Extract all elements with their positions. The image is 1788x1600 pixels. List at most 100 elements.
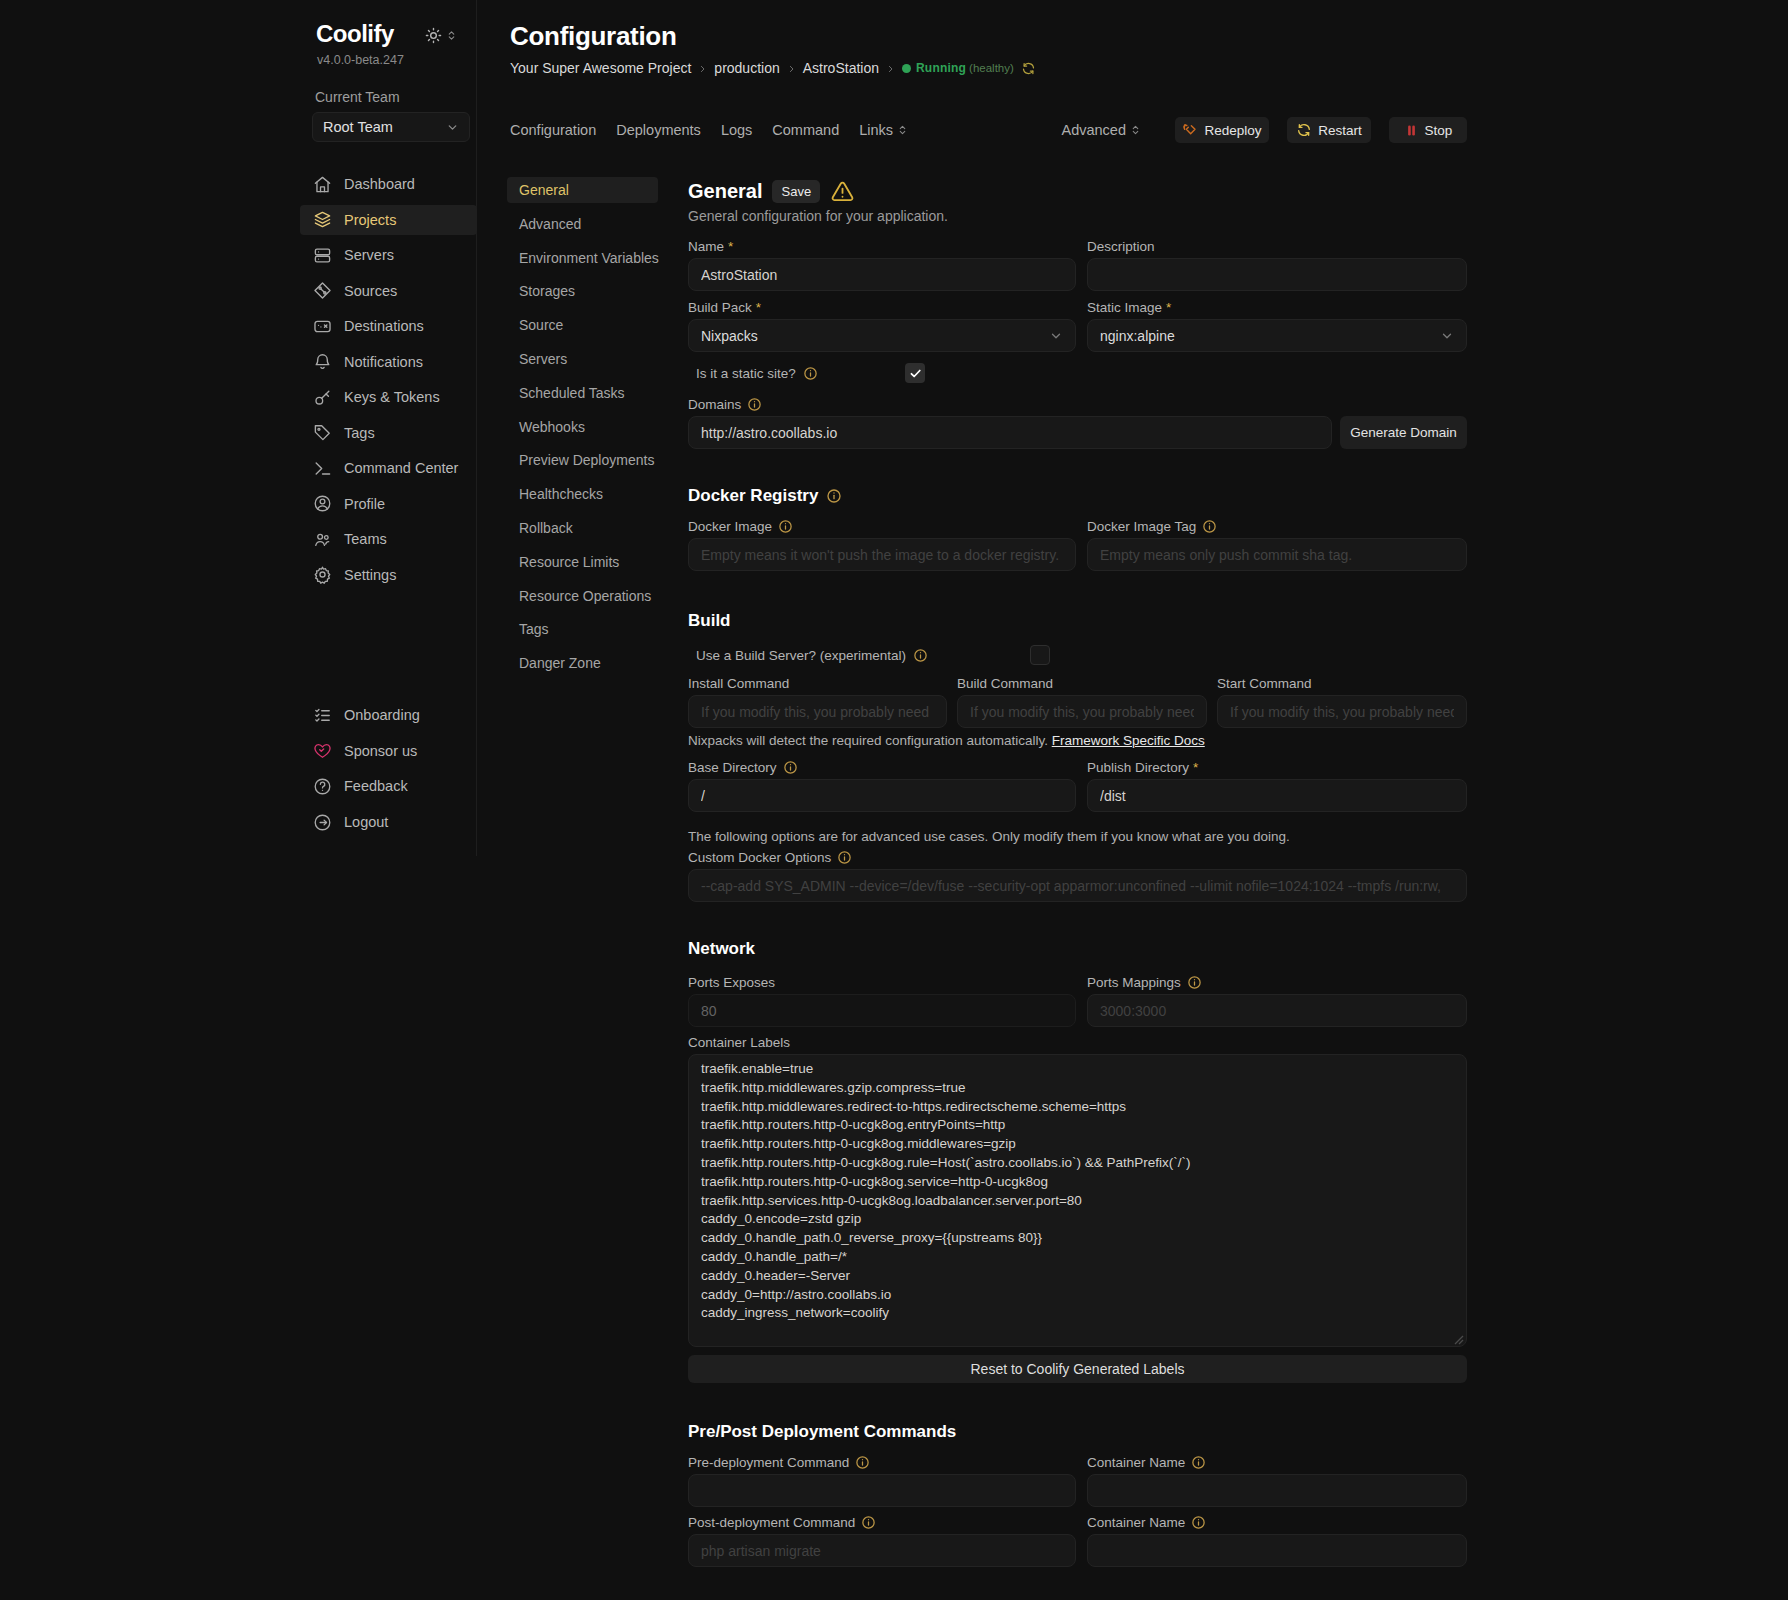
breadcrumb-application[interactable]: AstroStation [803,60,879,76]
publish-directory-input[interactable] [1087,779,1467,812]
tab-deployments[interactable]: Deployments [616,122,701,138]
name-input[interactable] [688,258,1076,291]
build-pack-select[interactable]: Nixpacks [688,319,1076,352]
info-icon[interactable] [747,397,762,412]
advanced-note: The following options are for advanced u… [688,829,1467,846]
pre-container-name-input[interactable] [1087,1474,1467,1507]
status-note: (healthy) [969,62,1014,74]
base-directory-input[interactable] [688,779,1076,812]
tab-command[interactable]: Command [772,122,839,138]
subnav-tags[interactable]: Tags [507,616,658,642]
info-icon[interactable] [803,366,818,381]
framework-docs-link[interactable]: Framework Specific Docs [1052,733,1205,748]
sidebar-item-projects[interactable]: Projects [300,205,477,235]
tab-logs[interactable]: Logs [721,122,752,138]
static-image-select[interactable]: nginx:alpine [1087,319,1467,352]
container-labels-label: Container Labels [688,1035,790,1050]
tab-configuration[interactable]: Configuration [510,122,596,138]
static-site-row: Is it a static site? [688,362,1467,384]
sidebar-item-notifications[interactable]: Notifications [300,347,477,377]
install-command-input[interactable] [688,695,947,728]
info-icon[interactable] [1202,519,1217,534]
warning-icon [830,180,855,203]
app-version: v4.0.0-beta.247 [317,53,404,67]
info-icon[interactable] [861,1515,876,1530]
sidebar-item-logout[interactable]: Logout [300,807,477,837]
subnav-healthchecks[interactable]: Healthchecks [507,481,658,507]
domains-input[interactable] [688,416,1332,449]
description-input[interactable] [1087,258,1467,291]
info-icon[interactable] [837,850,852,865]
build-server-checkbox[interactable] [1030,645,1050,665]
theme-chevron-updown-icon[interactable] [446,29,457,42]
resize-handle-icon[interactable] [1454,1335,1464,1345]
save-button[interactable]: Save [772,180,820,203]
info-icon[interactable] [1187,975,1202,990]
info-icon[interactable] [913,648,928,663]
sidebar-item-sources[interactable]: Sources [300,276,477,306]
page-title: Configuration [510,0,1467,52]
info-icon[interactable] [783,760,798,775]
static-site-checkbox[interactable] [905,363,925,383]
info-icon[interactable] [1191,1455,1206,1470]
redeploy-button[interactable]: Redeploy [1175,117,1269,143]
stop-button[interactable]: Stop [1389,117,1467,143]
subnav-general[interactable]: General [507,177,658,203]
subnav-advanced[interactable]: Advanced [507,211,658,237]
subnav-danger-zone[interactable]: Danger Zone [507,650,658,676]
docker-image-tag-input[interactable] [1087,538,1467,571]
refresh-status-icon[interactable] [1021,61,1036,76]
theme-sun-icon[interactable] [425,27,442,44]
pre-deployment-input[interactable] [688,1474,1076,1507]
info-icon[interactable] [1191,1515,1206,1530]
sidebar-item-dashboard[interactable]: Dashboard [300,169,477,199]
advanced-menu[interactable]: Advanced [1062,122,1142,138]
subnav-resource-limits[interactable]: Resource Limits [507,549,658,575]
info-icon[interactable] [778,519,793,534]
static-site-label: Is it a static site? [696,366,796,381]
sidebar-item-tags[interactable]: Tags [300,418,477,448]
post-container-name-field: Container Name [1087,1512,1467,1567]
subnav-preview-deployments[interactable]: Preview Deployments [507,447,658,473]
breadcrumb-project[interactable]: Your Super Awesome Project [510,60,691,76]
docker-image-input[interactable] [688,538,1076,571]
redeploy-icon [1182,122,1198,138]
generate-domain-button[interactable]: Generate Domain [1340,416,1467,449]
post-container-name-input[interactable] [1087,1534,1467,1567]
ports-mappings-input[interactable] [1087,994,1467,1027]
custom-docker-options-input[interactable] [688,869,1467,902]
sidebar-item-command-center[interactable]: Command Center [300,453,477,483]
subnav-storages[interactable]: Storages [507,278,658,304]
tab-links[interactable]: Links [859,122,908,138]
sidebar-item-feedback[interactable]: Feedback [300,771,477,801]
reset-labels-button[interactable]: Reset to Coolify Generated Labels [688,1355,1467,1383]
subnav-servers[interactable]: Servers [507,346,658,372]
info-icon[interactable] [855,1455,870,1470]
sidebar-item-profile[interactable]: Profile [300,489,477,519]
sidebar-item-keys-tokens[interactable]: Keys & Tokens [300,382,477,412]
subnav-webhooks[interactable]: Webhooks [507,414,658,440]
post-deployment-input[interactable] [688,1534,1076,1567]
subnav-resource-operations[interactable]: Resource Operations [507,583,658,609]
subnav-source[interactable]: Source [507,312,658,338]
ports-exposes-input [688,994,1076,1027]
sidebar-footer: Onboarding Sponsor us Feedback Logout [300,700,477,843]
start-command-input[interactable] [1217,695,1467,728]
sidebar-item-teams[interactable]: Teams [300,524,477,554]
sidebar-item-onboarding[interactable]: Onboarding [300,700,477,730]
sidebar-item-sponsor[interactable]: Sponsor us [300,736,477,766]
sidebar-item-destinations[interactable]: Destinations [300,311,477,341]
post-deployment-field: Post-deployment Command [688,1512,1076,1567]
container-labels-textarea[interactable]: traefik.enable=true traefik.http.middlew… [688,1054,1467,1347]
build-command-input[interactable] [957,695,1207,728]
ports-exposes-label: Ports Exposes [688,975,775,990]
subnav-rollback[interactable]: Rollback [507,515,658,541]
restart-button[interactable]: Restart [1287,117,1371,143]
sidebar-item-settings[interactable]: Settings [300,560,477,590]
breadcrumb-environment[interactable]: production [714,60,779,76]
info-icon[interactable] [826,488,842,504]
subnav-scheduled-tasks[interactable]: Scheduled Tasks [507,380,658,406]
team-select[interactable]: Root Team [312,112,470,142]
sidebar-item-servers[interactable]: Servers [300,240,477,270]
subnav-environment-variables[interactable]: Environment Variables [507,245,658,271]
